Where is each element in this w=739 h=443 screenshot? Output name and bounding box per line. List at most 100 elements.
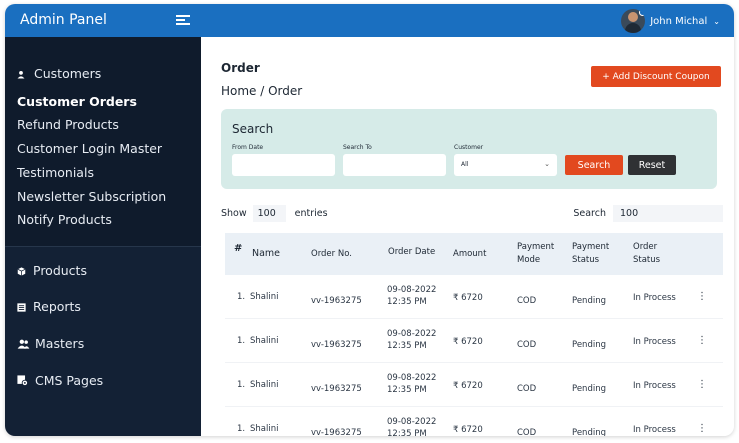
user-name: John Michal <box>650 15 708 27</box>
entries-count-input[interactable] <box>252 205 286 222</box>
order-date: 09-08-2022 12:35 PM <box>387 417 437 436</box>
user-menu[interactable]: John Michal ⌄ <box>621 8 720 34</box>
col-header-name[interactable]: Name <box>252 247 280 260</box>
cube-icon <box>17 267 26 276</box>
row-actions-icon[interactable]: ⋮ <box>697 291 707 302</box>
show-label: Show <box>221 208 247 219</box>
search-panel: Search From Date Search To Customer All … <box>221 109 717 189</box>
sidebar-item-label: Reports <box>33 299 81 314</box>
col-header-amount[interactable]: Amount <box>453 248 486 261</box>
sidebar: Customers Customer Orders Refund Product… <box>5 37 201 436</box>
sidebar-customers-section: Customers Customer Orders Refund Product… <box>5 37 201 246</box>
sidebar-item-label: Customers <box>34 66 102 81</box>
search-button[interactable]: Search <box>565 155 623 175</box>
avatar <box>621 9 646 33</box>
sidebar-item-customer-orders[interactable]: Customer Orders <box>17 94 137 109</box>
payment-mode: COD <box>517 384 537 394</box>
show-entries-control: Show entries <box>221 205 328 222</box>
payment-status: Pending <box>572 340 606 350</box>
order-amount: ₹ 6720 <box>453 425 483 435</box>
customer-name: Shalini <box>250 380 279 390</box>
order-status: In Process <box>633 293 676 303</box>
order-date: 09-08-2022 12:35 PM <box>387 329 437 351</box>
search-to-input[interactable] <box>343 154 446 176</box>
search-to-label: Search To <box>343 144 372 151</box>
col-header-payment-mode[interactable]: Payment Mode <box>517 241 554 267</box>
customer-label: Customer <box>454 144 484 151</box>
report-icon <box>17 303 26 312</box>
col-header-order-date[interactable]: Order Date <box>388 246 435 259</box>
customer-select[interactable]: All ⌄ <box>454 154 557 176</box>
chevron-down-icon: ⌄ <box>544 160 550 168</box>
pages-gear-icon <box>17 375 28 386</box>
payment-mode: COD <box>517 428 537 436</box>
order-status: In Process <box>633 337 676 347</box>
customer-name: Shalini <box>250 292 279 302</box>
col-header-order-no[interactable]: Order No. <box>311 248 352 261</box>
order-number: vv-1963275 <box>311 384 362 394</box>
entries-label: entries <box>294 208 328 219</box>
row-actions-icon[interactable]: ⋮ <box>697 379 707 390</box>
top-bar: Admin Panel John Michal ⌄ <box>5 4 734 37</box>
order-number: vv-1963275 <box>311 296 362 306</box>
table-row[interactable]: 1. Shalini vv-1963275 09-08-2022 12:35 P… <box>225 275 723 319</box>
order-date: 09-08-2022 12:35 PM <box>387 373 437 395</box>
payment-status: Pending <box>572 428 606 436</box>
sidebar-item-products[interactable]: Products <box>17 263 87 278</box>
table-header: # Name Order No. Order Date Amount Payme… <box>225 233 723 275</box>
payment-status: Pending <box>572 296 606 306</box>
sidebar-divider <box>5 246 201 247</box>
sidebar-item-label: CMS Pages <box>35 373 104 388</box>
payment-status: Pending <box>572 384 606 394</box>
payment-mode: COD <box>517 296 537 306</box>
order-status: In Process <box>633 381 676 391</box>
col-header-payment-status[interactable]: Payment Status <box>572 241 609 267</box>
row-number: 1. <box>237 292 246 302</box>
col-header-number: # <box>234 243 243 254</box>
sidebar-item-label: Products <box>33 263 87 278</box>
row-number: 1. <box>237 424 246 434</box>
order-amount: ₹ 6720 <box>453 293 483 303</box>
sidebar-item-customers[interactable]: Customers <box>17 66 101 81</box>
row-number: 1. <box>237 380 246 390</box>
customer-select-value: All <box>461 161 469 168</box>
menu-toggle-icon[interactable] <box>176 13 190 27</box>
table-search-label: Search <box>573 208 606 219</box>
row-actions-icon[interactable]: ⋮ <box>697 423 707 434</box>
table-row[interactable]: 1. Shalini vv-1963275 09-08-2022 12:35 P… <box>225 319 723 363</box>
sidebar-item-cms-pages[interactable]: CMS Pages <box>17 373 103 388</box>
order-amount: ₹ 6720 <box>453 381 483 391</box>
sidebar-item-newsletter-subscription[interactable]: Newsletter Subscription <box>17 189 166 204</box>
table-search-control: Search <box>573 205 723 222</box>
users-icon <box>17 339 30 349</box>
add-discount-coupon-button[interactable]: + Add Discount Coupon <box>591 66 721 87</box>
app-window: Admin Panel John Michal ⌄ Customers Cust… <box>5 4 734 436</box>
payment-mode: COD <box>517 340 537 350</box>
person-icon <box>17 70 25 79</box>
status-dot-icon <box>639 9 646 16</box>
sidebar-item-label: Masters <box>35 336 85 351</box>
brand-title: Admin Panel <box>20 12 107 28</box>
order-status: In Process <box>633 425 676 435</box>
order-number: vv-1963275 <box>311 340 362 350</box>
reset-button[interactable]: Reset <box>628 155 676 175</box>
sidebar-item-customer-login-master[interactable]: Customer Login Master <box>17 141 162 156</box>
row-actions-icon[interactable]: ⋮ <box>697 335 707 346</box>
sidebar-item-masters[interactable]: Masters <box>17 336 84 351</box>
customer-name: Shalini <box>250 336 279 346</box>
table-search-input[interactable] <box>613 205 723 222</box>
sidebar-item-notify-products[interactable]: Notify Products <box>17 212 112 227</box>
sidebar-item-refund-products[interactable]: Refund Products <box>17 117 119 132</box>
order-number: vv-1963275 <box>311 428 362 436</box>
col-header-order-status[interactable]: Order Status <box>633 241 660 267</box>
breadcrumb[interactable]: Home / Order <box>221 84 302 98</box>
search-panel-title: Search <box>232 122 274 136</box>
sidebar-item-testimonials[interactable]: Testimonials <box>17 165 94 180</box>
from-date-input[interactable] <box>232 154 335 176</box>
chevron-down-icon: ⌄ <box>713 16 720 26</box>
order-amount: ₹ 6720 <box>453 337 483 347</box>
table-row[interactable]: 1. Shalini vv-1963275 09-08-2022 12:35 P… <box>225 363 723 407</box>
sidebar-item-reports[interactable]: Reports <box>17 299 81 314</box>
customer-name: Shalini <box>250 424 279 434</box>
table-row[interactable]: 1. Shalini vv-1963275 09-08-2022 12:35 P… <box>225 407 723 436</box>
